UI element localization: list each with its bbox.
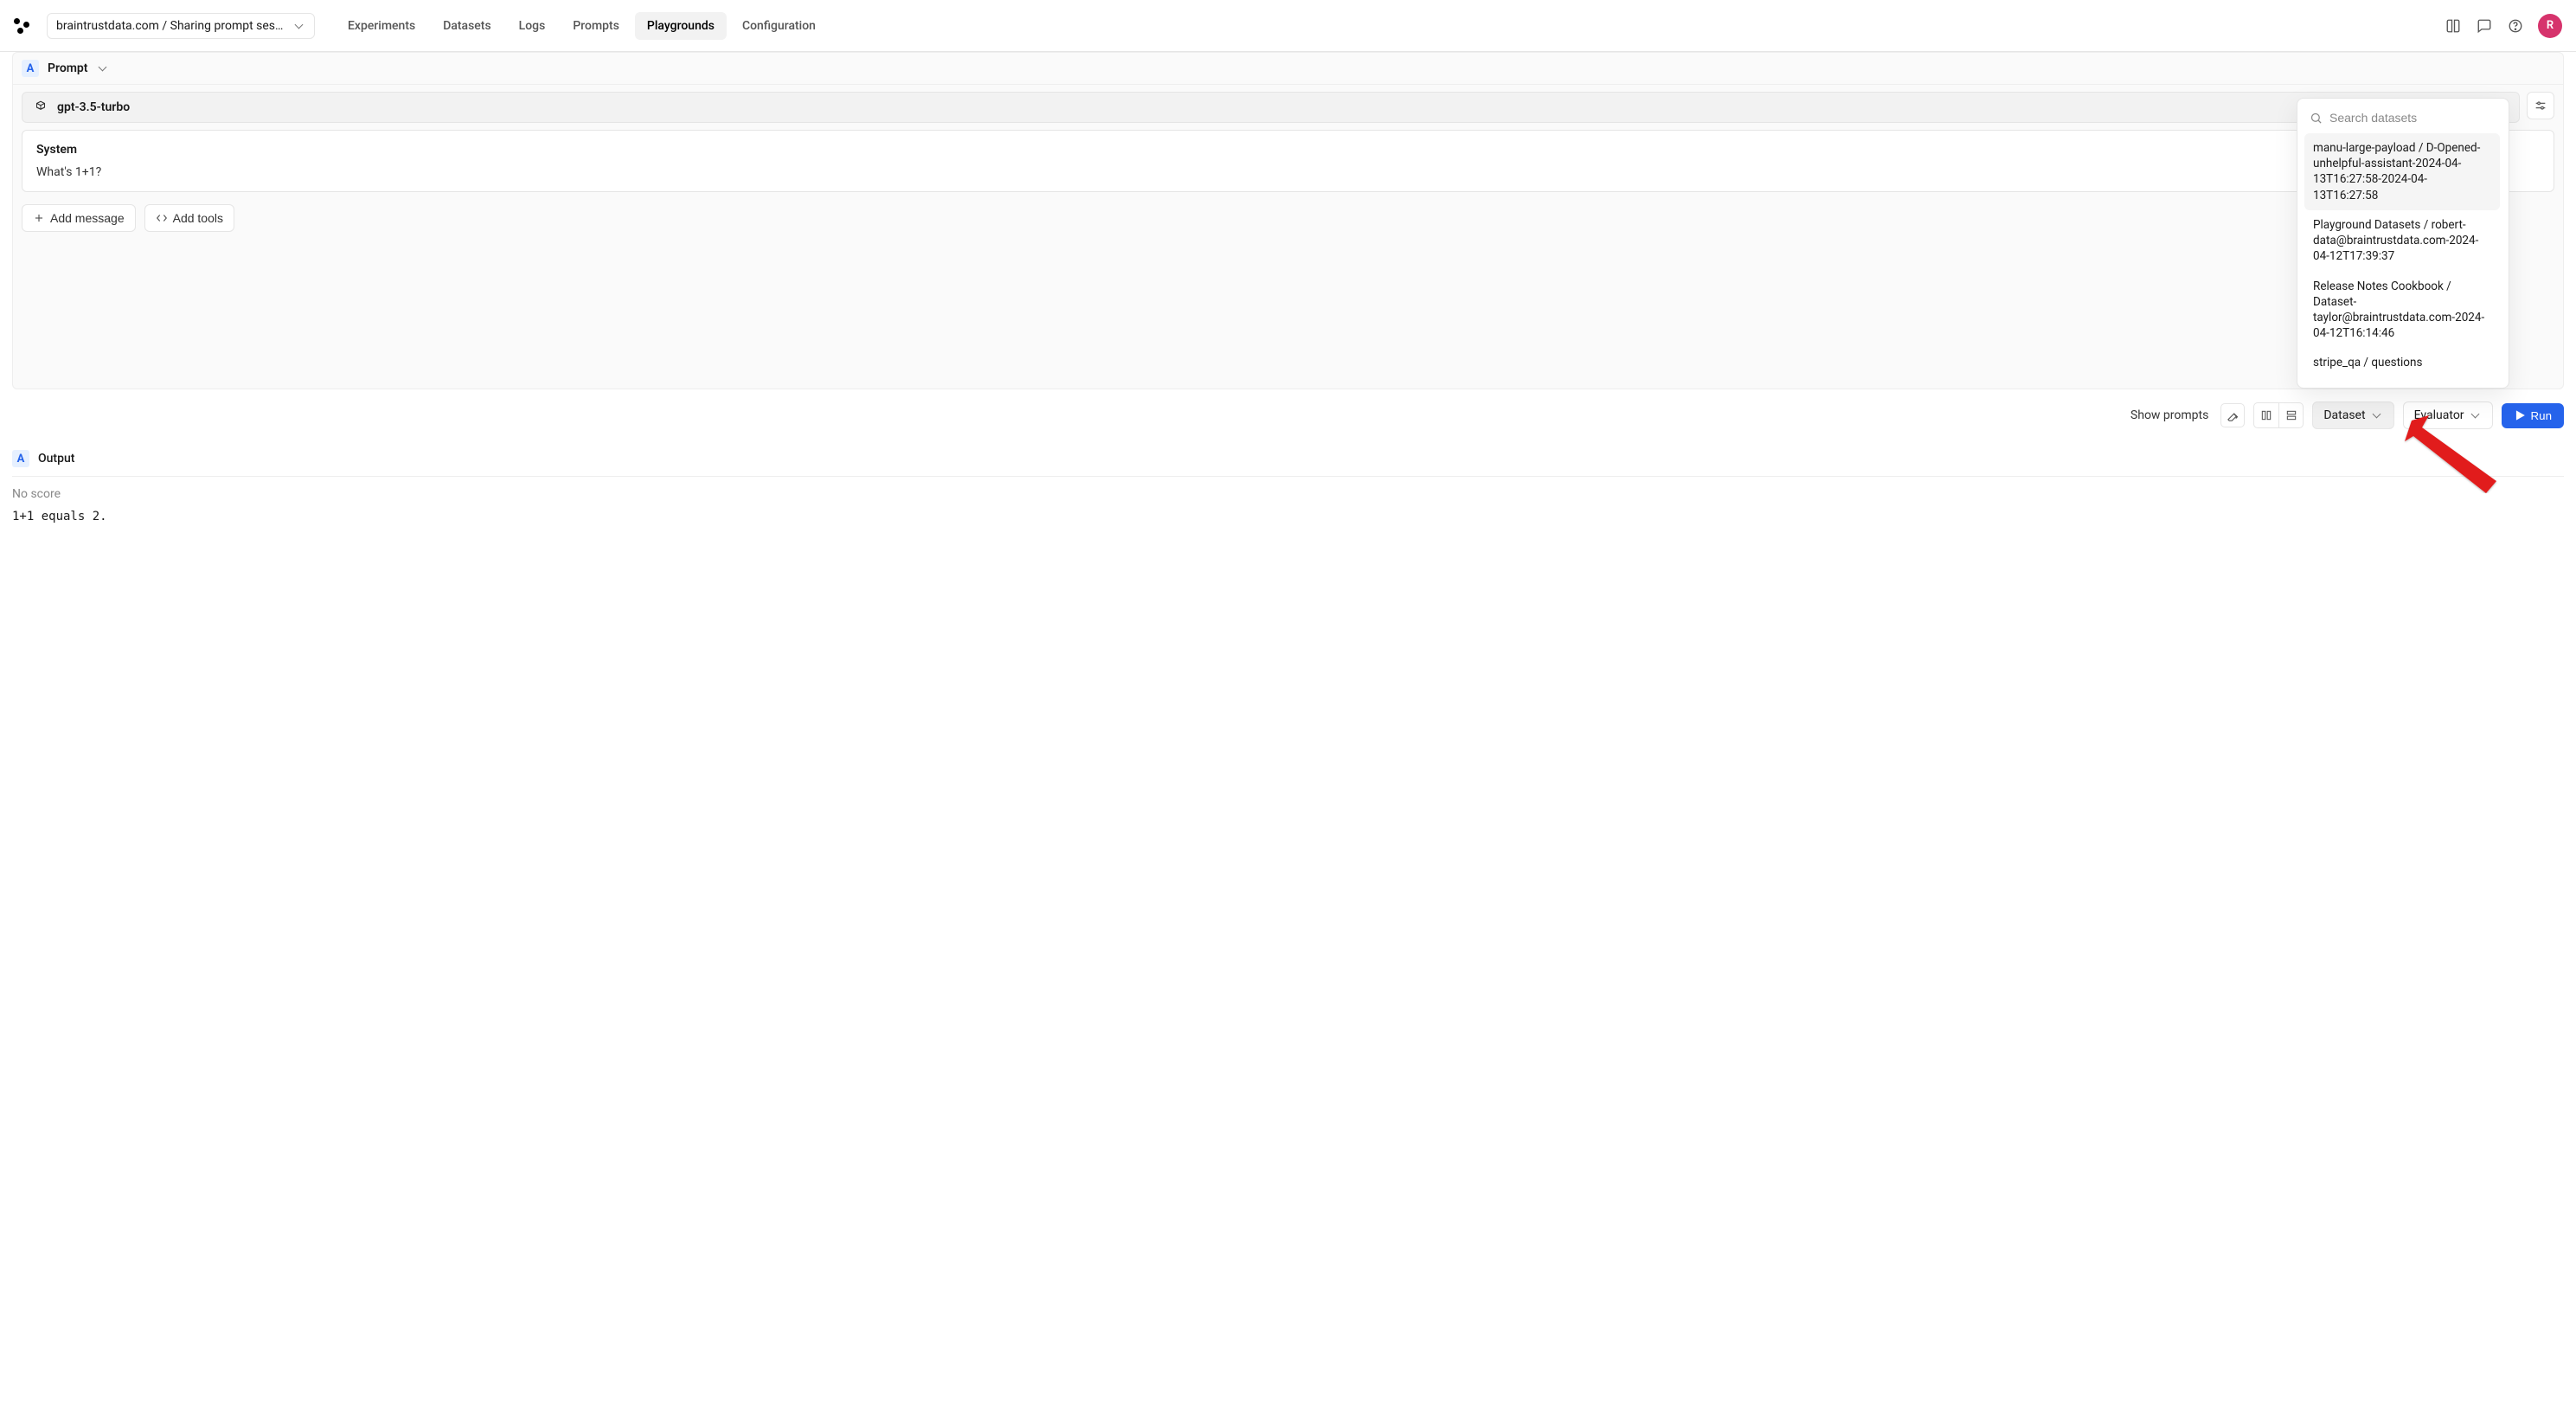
output-badge-letter: A bbox=[17, 453, 25, 466]
run-button-label: Run bbox=[2531, 409, 2552, 422]
nav-tab-logs[interactable]: Logs bbox=[507, 12, 558, 40]
breadcrumb[interactable]: braintrustdata.com / Sharing prompt sess… bbox=[47, 13, 315, 39]
main: A Prompt gpt-3.5-turbo bbox=[0, 52, 2576, 1426]
nav-tab-datasets[interactable]: Datasets bbox=[431, 12, 503, 40]
model-selector[interactable]: gpt-3.5-turbo bbox=[22, 92, 2520, 123]
evaluator-button-label: Evaluator bbox=[2414, 408, 2464, 422]
dataset-dropdown: manu-large-payload / D-Opened-unhelpful-… bbox=[2297, 98, 2509, 389]
dataset-search-input[interactable] bbox=[2329, 111, 2495, 125]
chevron-down-icon bbox=[2470, 409, 2482, 421]
output-title: Output bbox=[38, 452, 74, 466]
nav-tabs: ExperimentsDatasetsLogsPromptsPlayground… bbox=[336, 12, 828, 40]
view-toggle bbox=[2253, 402, 2304, 428]
columns-icon bbox=[2260, 409, 2272, 421]
dataset-item[interactable]: Playground Datasets / robert-data@braint… bbox=[2304, 210, 2500, 272]
add-tools-button[interactable]: Add tools bbox=[144, 204, 234, 232]
breadcrumb-text: braintrustdata.com / Sharing prompt sess… bbox=[56, 19, 286, 33]
dataset-item[interactable]: stripe_qa / questions bbox=[2304, 348, 2500, 377]
output-badge: A bbox=[12, 450, 29, 467]
dataset-item[interactable]: manu-test-project / manu-test-dataset bbox=[2304, 378, 2500, 381]
dataset-item[interactable]: Release Notes Cookbook / Dataset-taylor@… bbox=[2304, 272, 2500, 349]
rows-view-button[interactable] bbox=[2278, 403, 2303, 427]
play-icon bbox=[2514, 409, 2526, 421]
prompt-header: A Prompt bbox=[13, 53, 2563, 85]
nav-tab-playgrounds[interactable]: Playgrounds bbox=[635, 12, 727, 40]
dataset-button-label: Dataset bbox=[2323, 408, 2365, 422]
prompt-panel: A Prompt gpt-3.5-turbo bbox=[12, 52, 2564, 389]
chevron-down-icon bbox=[293, 20, 305, 32]
columns-view-button[interactable] bbox=[2254, 403, 2278, 427]
dataset-button[interactable]: Dataset bbox=[2312, 401, 2393, 429]
avatar[interactable]: R bbox=[2538, 14, 2562, 38]
add-tools-label: Add tools bbox=[173, 211, 223, 225]
search-icon bbox=[2310, 112, 2323, 125]
dataset-list[interactable]: manu-large-payload / D-Opened-unhelpful-… bbox=[2304, 133, 2502, 381]
nav-tab-prompts[interactable]: Prompts bbox=[561, 12, 631, 40]
docs-icon[interactable] bbox=[2445, 17, 2462, 35]
add-message-button[interactable]: Add message bbox=[22, 204, 136, 232]
add-message-label: Add message bbox=[50, 211, 125, 225]
nav-tab-configuration[interactable]: Configuration bbox=[730, 12, 828, 40]
no-score-label: No score bbox=[12, 487, 2564, 501]
rows-icon bbox=[2285, 409, 2297, 421]
show-prompts-label[interactable]: Show prompts bbox=[2131, 408, 2208, 422]
topbar-right: R bbox=[2445, 14, 2562, 38]
model-row: gpt-3.5-turbo bbox=[13, 85, 2563, 130]
add-row: Add message Add tools bbox=[13, 192, 2563, 232]
system-message-box[interactable]: System What's 1+1? bbox=[22, 130, 2554, 192]
system-content: What's 1+1? bbox=[36, 165, 2540, 179]
evaluator-button[interactable]: Evaluator bbox=[2403, 401, 2493, 429]
topbar: braintrustdata.com / Sharing prompt sess… bbox=[0, 0, 2576, 52]
avatar-initial: R bbox=[2547, 19, 2554, 32]
nav-tab-experiments[interactable]: Experiments bbox=[336, 12, 427, 40]
run-button[interactable]: Run bbox=[2502, 403, 2564, 428]
eraser-button[interactable] bbox=[2220, 403, 2245, 427]
comment-icon[interactable] bbox=[2476, 17, 2493, 35]
braintrust-logo[interactable] bbox=[14, 18, 29, 34]
prompt-title: Prompt bbox=[48, 61, 88, 75]
model-settings-button[interactable] bbox=[2527, 92, 2554, 119]
help-icon[interactable] bbox=[2507, 17, 2524, 35]
model-name: gpt-3.5-turbo bbox=[57, 100, 130, 114]
toolbar-row: Show prompts Dataset Evaluator Run bbox=[12, 389, 2564, 436]
system-role-label: System bbox=[36, 143, 2540, 157]
code-icon bbox=[156, 212, 168, 224]
output-body: No score 1+1 equals 2. bbox=[12, 477, 2564, 524]
dataset-item[interactable]: manu-large-payload / D-Opened-unhelpful-… bbox=[2304, 133, 2500, 210]
dataset-search-row bbox=[2304, 106, 2502, 133]
openai-icon bbox=[33, 100, 48, 115]
chevron-down-icon bbox=[2371, 409, 2383, 421]
sliders-icon bbox=[2534, 99, 2547, 112]
prompt-badge: A bbox=[22, 60, 39, 77]
eraser-icon bbox=[2227, 409, 2240, 422]
output-header: A Output bbox=[12, 441, 2564, 477]
chevron-down-icon[interactable] bbox=[97, 62, 109, 74]
plus-icon bbox=[33, 212, 45, 224]
prompt-badge-letter: A bbox=[27, 62, 35, 75]
output-result: 1+1 equals 2. bbox=[12, 510, 2564, 524]
